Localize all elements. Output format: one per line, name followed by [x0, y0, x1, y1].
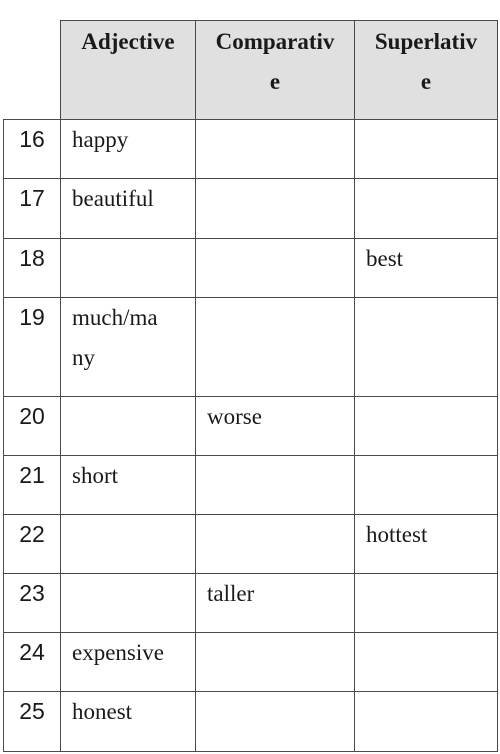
- row-number: 20: [3, 396, 61, 456]
- row-number: 18: [3, 238, 61, 298]
- cell-text-line: hottest: [366, 522, 428, 547]
- cell-adjective[interactable]: honest: [60, 691, 196, 752]
- row-number: 17: [3, 178, 61, 239]
- cell-comparative[interactable]: worse: [195, 396, 355, 456]
- row-number: 21: [3, 455, 61, 515]
- cell-comparative[interactable]: [195, 632, 355, 692]
- cell-superlative[interactable]: [354, 573, 498, 633]
- cell-comparative[interactable]: [195, 297, 355, 397]
- cell-adjective[interactable]: [60, 238, 196, 298]
- header-text-line: Superlativ: [374, 29, 478, 54]
- cell-text-line: worse: [207, 404, 262, 429]
- cell-superlative[interactable]: [354, 297, 498, 397]
- cell-adjective[interactable]: beautiful: [60, 178, 196, 239]
- cell-adjective[interactable]: [60, 514, 196, 574]
- cell-text-line: expensive: [72, 640, 164, 665]
- cell-superlative[interactable]: [354, 632, 498, 692]
- header-superlative: Superlativ e: [354, 20, 498, 120]
- cell-text-line: best: [366, 246, 404, 271]
- cell-comparative[interactable]: [195, 238, 355, 298]
- row-number: 16: [3, 119, 61, 179]
- cell-superlative[interactable]: [354, 396, 498, 456]
- row-number: 23: [3, 573, 61, 633]
- cell-comparative[interactable]: [195, 178, 355, 239]
- header-text-line: Adjective: [81, 29, 175, 54]
- cell-text-line: taller: [207, 581, 255, 606]
- cell-text-line: beautiful: [72, 186, 154, 211]
- cell-adjective[interactable]: happy: [60, 119, 196, 179]
- cell-comparative[interactable]: [195, 691, 355, 752]
- row-number: 22: [3, 514, 61, 574]
- cell-superlative[interactable]: hottest: [354, 514, 498, 574]
- cell-comparative[interactable]: [195, 514, 355, 574]
- header-adjective: Adjective: [60, 20, 196, 120]
- cell-adjective[interactable]: expensive: [60, 632, 196, 692]
- cell-comparative[interactable]: taller: [195, 573, 355, 633]
- cell-text-line: much/ma: [72, 305, 158, 330]
- cell-comparative[interactable]: [195, 455, 355, 515]
- cell-text-line: honest: [72, 699, 133, 724]
- cell-adjective[interactable]: much/ma ny: [60, 297, 196, 397]
- cell-comparative[interactable]: [195, 119, 355, 179]
- cell-adjective[interactable]: [60, 396, 196, 456]
- cell-adjective[interactable]: [60, 573, 196, 633]
- header-text-line: e: [420, 69, 432, 94]
- cell-superlative[interactable]: [354, 119, 498, 179]
- cell-superlative[interactable]: [354, 455, 498, 515]
- header-text-line: e: [269, 69, 281, 94]
- row-number: 25: [3, 691, 61, 752]
- cell-superlative[interactable]: [354, 691, 498, 752]
- row-number: 19: [3, 297, 61, 397]
- cell-text-line: happy: [72, 127, 129, 152]
- header-comparative: Comparativ e: [195, 20, 355, 120]
- cell-text-line: ny: [72, 345, 95, 370]
- cell-text-line: short: [72, 463, 118, 488]
- cell-superlative[interactable]: [354, 178, 498, 239]
- header-text-line: Comparativ: [215, 29, 335, 54]
- cell-adjective[interactable]: short: [60, 455, 196, 515]
- row-number: 24: [3, 632, 61, 692]
- cell-superlative[interactable]: best: [354, 238, 498, 298]
